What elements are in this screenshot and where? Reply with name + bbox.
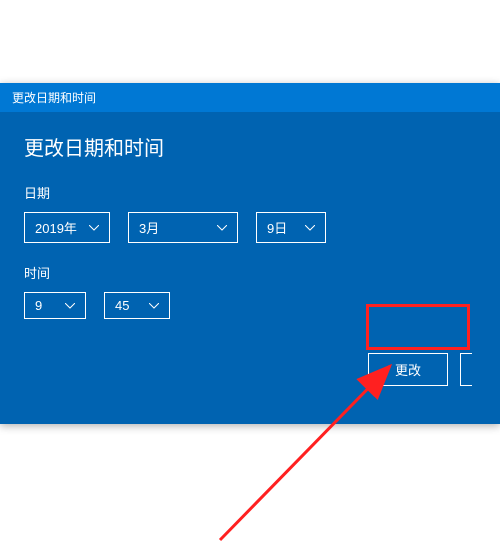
day-dropdown[interactable]: 9日: [256, 212, 326, 243]
date-row: 2019年 3月 9日: [24, 212, 476, 243]
button-row: 更改: [24, 339, 476, 404]
chevron-down-icon: [217, 225, 227, 231]
minute-value: 45: [115, 298, 129, 313]
page-title: 更改日期和时间: [24, 132, 476, 161]
minute-dropdown[interactable]: 45: [104, 292, 170, 319]
dialog-titlebar: 更改日期和时间: [0, 83, 500, 112]
chevron-down-icon: [65, 303, 75, 309]
year-value: 2019年: [35, 218, 77, 237]
date-label: 日期: [24, 183, 476, 202]
day-value: 9日: [267, 218, 287, 237]
chevron-down-icon: [89, 225, 99, 231]
datetime-dialog: 更改日期和时间 更改日期和时间 日期 2019年 3月 9日: [0, 83, 500, 424]
chevron-down-icon: [305, 225, 315, 231]
year-dropdown[interactable]: 2019年: [24, 212, 110, 243]
hour-dropdown[interactable]: 9: [24, 292, 86, 319]
dialog-content: 更改日期和时间 日期 2019年 3月 9日 时间: [0, 112, 500, 424]
change-button[interactable]: 更改: [368, 353, 448, 386]
time-row: 9 45: [24, 292, 476, 319]
dialog-title: 更改日期和时间: [12, 91, 96, 105]
month-dropdown[interactable]: 3月: [128, 212, 238, 243]
cancel-button[interactable]: [460, 353, 472, 386]
chevron-down-icon: [149, 303, 159, 309]
hour-value: 9: [35, 298, 42, 313]
month-value: 3月: [139, 218, 159, 237]
time-label: 时间: [24, 263, 476, 282]
